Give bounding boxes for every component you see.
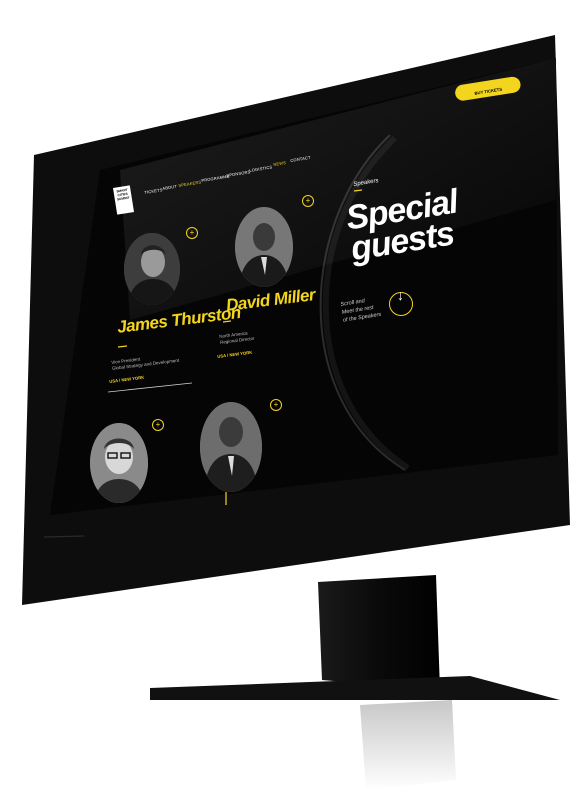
plus-icon[interactable]: + bbox=[152, 419, 164, 431]
portrait-image bbox=[235, 207, 293, 287]
monitor-frame bbox=[22, 35, 570, 790]
plus-icon[interactable]: + bbox=[186, 227, 198, 239]
arrow-down-icon: ↓ bbox=[397, 287, 404, 303]
portrait-image bbox=[124, 233, 180, 305]
plus-icon[interactable]: + bbox=[302, 195, 314, 207]
speaker-photo-james-thurston[interactable] bbox=[124, 233, 180, 305]
scroll-down-button[interactable]: ↓ bbox=[389, 287, 413, 316]
plus-icon[interactable]: + bbox=[270, 399, 282, 411]
portrait-image bbox=[200, 402, 262, 492]
portrait-image bbox=[90, 423, 148, 503]
stand-neck bbox=[318, 575, 440, 690]
speaker-photo-david-miller[interactable] bbox=[235, 207, 293, 287]
buy-tickets-label: BUY TICKETS bbox=[474, 86, 503, 96]
hero-title: Special guests bbox=[343, 183, 464, 269]
speaker-photo-3[interactable] bbox=[90, 423, 148, 503]
stand-reflection bbox=[360, 700, 456, 790]
speaker-photo-4[interactable] bbox=[200, 402, 262, 492]
